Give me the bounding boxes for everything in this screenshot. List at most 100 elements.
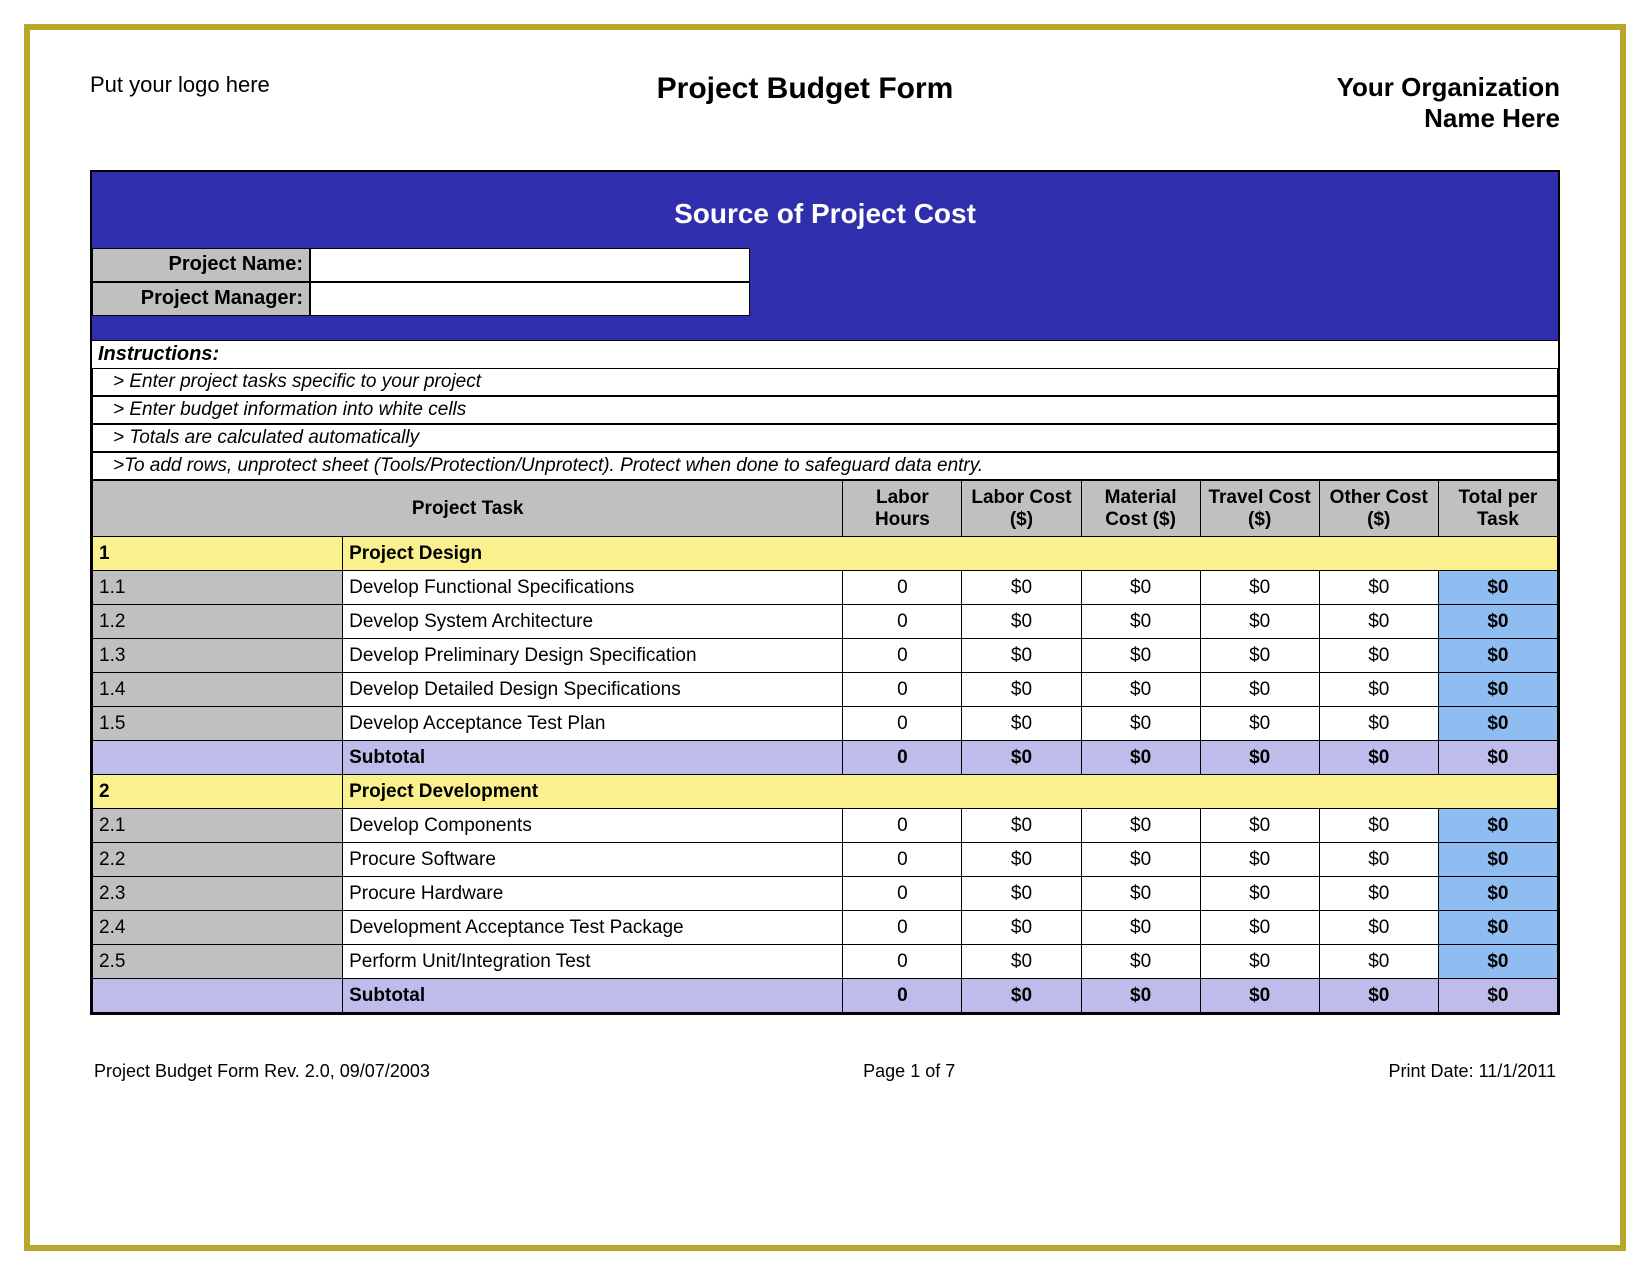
task-row: 2.4Development Acceptance Test Package0$…	[93, 911, 1558, 945]
labor-hours-cell[interactable]: 0	[843, 843, 962, 877]
material-cost-cell[interactable]: $0	[1081, 639, 1200, 673]
section-header-row: 1Project Design	[93, 537, 1558, 571]
col-total: Total per Task	[1438, 481, 1557, 537]
col-labor-hours: Labor Hours	[843, 481, 962, 537]
other-cost-cell[interactable]: $0	[1319, 809, 1438, 843]
other-cost-cell[interactable]: $0	[1319, 605, 1438, 639]
material-cost-cell[interactable]: $0	[1081, 911, 1200, 945]
material-cost-cell[interactable]: $0	[1081, 707, 1200, 741]
labor-cost-cell[interactable]: $0	[962, 843, 1081, 877]
material-cost-cell[interactable]: $0	[1081, 673, 1200, 707]
section-title: Project Design	[343, 537, 1558, 571]
project-manager-label: Project Manager:	[92, 282, 310, 316]
row-total-cell: $0	[1438, 945, 1557, 979]
travel-cost-cell[interactable]: $0	[1200, 605, 1319, 639]
labor-cost-cell[interactable]: $0	[962, 877, 1081, 911]
task-name[interactable]: Perform Unit/Integration Test	[343, 945, 843, 979]
material-cost-cell[interactable]: $0	[1081, 877, 1200, 911]
row-total-cell: $0	[1438, 911, 1557, 945]
other-cost-cell[interactable]: $0	[1319, 707, 1438, 741]
task-id: 2.3	[93, 877, 343, 911]
col-material-cost: Material Cost ($)	[1081, 481, 1200, 537]
task-name[interactable]: Develop Acceptance Test Plan	[343, 707, 843, 741]
instruction-line: >To add rows, unprotect sheet (Tools/Pro…	[92, 452, 1558, 480]
org-line2: Name Here	[1240, 103, 1560, 134]
project-meta: Project Name: Project Manager:	[92, 238, 1558, 340]
labor-cost-cell[interactable]: $0	[962, 945, 1081, 979]
task-id: 2.2	[93, 843, 343, 877]
travel-cost-cell[interactable]: $0	[1200, 911, 1319, 945]
row-total-cell: $0	[1438, 877, 1557, 911]
row-total-cell: $0	[1438, 707, 1557, 741]
material-cost-cell[interactable]: $0	[1081, 571, 1200, 605]
instruction-line: > Enter project tasks specific to your p…	[92, 368, 1558, 396]
col-travel-cost: Travel Cost ($)	[1200, 481, 1319, 537]
labor-hours-cell[interactable]: 0	[843, 707, 962, 741]
subtotal-hours: 0	[843, 979, 962, 1013]
other-cost-cell[interactable]: $0	[1319, 877, 1438, 911]
labor-hours-cell[interactable]: 0	[843, 571, 962, 605]
labor-cost-cell[interactable]: $0	[962, 673, 1081, 707]
subtotal-other: $0	[1319, 741, 1438, 775]
labor-hours-cell[interactable]: 0	[843, 605, 962, 639]
project-manager-input[interactable]	[310, 282, 750, 316]
travel-cost-cell[interactable]: $0	[1200, 843, 1319, 877]
task-row: 2.3Procure Hardware0$0$0$0$0$0	[93, 877, 1558, 911]
task-row: 1.1Develop Functional Specifications0$0$…	[93, 571, 1558, 605]
labor-hours-cell[interactable]: 0	[843, 809, 962, 843]
material-cost-cell[interactable]: $0	[1081, 605, 1200, 639]
labor-hours-cell[interactable]: 0	[843, 673, 962, 707]
labor-hours-cell[interactable]: 0	[843, 945, 962, 979]
task-name[interactable]: Develop Components	[343, 809, 843, 843]
labor-hours-cell[interactable]: 0	[843, 639, 962, 673]
labor-cost-cell[interactable]: $0	[962, 639, 1081, 673]
material-cost-cell[interactable]: $0	[1081, 843, 1200, 877]
task-name[interactable]: Procure Software	[343, 843, 843, 877]
other-cost-cell[interactable]: $0	[1319, 945, 1438, 979]
row-total-cell: $0	[1438, 605, 1557, 639]
task-name[interactable]: Develop Preliminary Design Specification	[343, 639, 843, 673]
footer-page: Page 1 of 7	[863, 1061, 955, 1082]
org-name: Your Organization Name Here	[1240, 72, 1560, 134]
labor-cost-cell[interactable]: $0	[962, 605, 1081, 639]
travel-cost-cell[interactable]: $0	[1200, 809, 1319, 843]
other-cost-cell[interactable]: $0	[1319, 911, 1438, 945]
other-cost-cell[interactable]: $0	[1319, 673, 1438, 707]
project-name-input[interactable]	[310, 248, 750, 282]
material-cost-cell[interactable]: $0	[1081, 945, 1200, 979]
travel-cost-cell[interactable]: $0	[1200, 707, 1319, 741]
labor-cost-cell[interactable]: $0	[962, 571, 1081, 605]
subtotal-spacer	[93, 741, 343, 775]
other-cost-cell[interactable]: $0	[1319, 639, 1438, 673]
labor-hours-cell[interactable]: 0	[843, 911, 962, 945]
col-labor-cost: Labor Cost ($)	[962, 481, 1081, 537]
task-name[interactable]: Procure Hardware	[343, 877, 843, 911]
other-cost-cell[interactable]: $0	[1319, 843, 1438, 877]
subtotal-labor: $0	[962, 741, 1081, 775]
labor-cost-cell[interactable]: $0	[962, 809, 1081, 843]
material-cost-cell[interactable]: $0	[1081, 809, 1200, 843]
travel-cost-cell[interactable]: $0	[1200, 639, 1319, 673]
other-cost-cell[interactable]: $0	[1319, 571, 1438, 605]
travel-cost-cell[interactable]: $0	[1200, 571, 1319, 605]
task-name[interactable]: Development Acceptance Test Package	[343, 911, 843, 945]
task-name[interactable]: Develop Detailed Design Specifications	[343, 673, 843, 707]
task-row: 1.2Develop System Architecture0$0$0$0$0$…	[93, 605, 1558, 639]
section-header-row: 2Project Development	[93, 775, 1558, 809]
row-total-cell: $0	[1438, 809, 1557, 843]
travel-cost-cell[interactable]: $0	[1200, 673, 1319, 707]
labor-cost-cell[interactable]: $0	[962, 707, 1081, 741]
budget-sheet: Source of Project Cost Project Name: Pro…	[90, 170, 1560, 1015]
row-total-cell: $0	[1438, 843, 1557, 877]
travel-cost-cell[interactable]: $0	[1200, 945, 1319, 979]
task-id: 1.2	[93, 605, 343, 639]
task-id: 1.3	[93, 639, 343, 673]
column-header-row: Project Task Labor Hours Labor Cost ($) …	[93, 481, 1558, 537]
task-name[interactable]: Develop System Architecture	[343, 605, 843, 639]
task-row: 2.1Develop Components0$0$0$0$0$0	[93, 809, 1558, 843]
subtotal-travel: $0	[1200, 741, 1319, 775]
travel-cost-cell[interactable]: $0	[1200, 877, 1319, 911]
labor-hours-cell[interactable]: 0	[843, 877, 962, 911]
labor-cost-cell[interactable]: $0	[962, 911, 1081, 945]
task-name[interactable]: Develop Functional Specifications	[343, 571, 843, 605]
